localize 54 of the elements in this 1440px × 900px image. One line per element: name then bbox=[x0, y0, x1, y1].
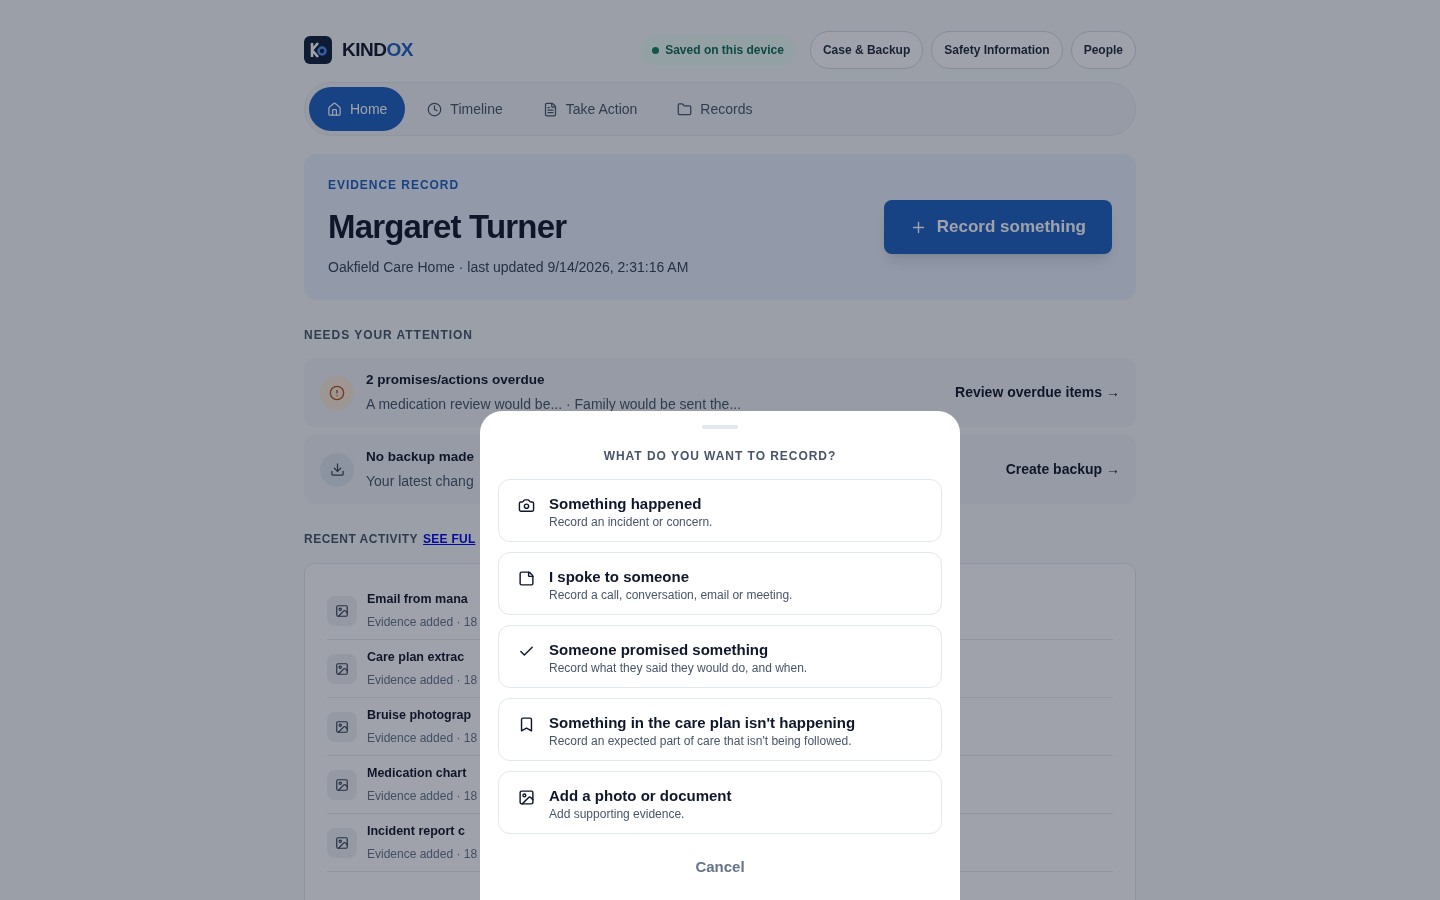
image-icon bbox=[327, 653, 357, 684]
nav-tab[interactable]: Records bbox=[659, 87, 771, 131]
activity-meta: Evidence added · 18 bbox=[367, 787, 478, 805]
attention-title: 2 promises/actions overdue bbox=[366, 370, 545, 389]
see-full-link[interactable]: SEE FUL bbox=[423, 530, 476, 548]
eyebrow-label: EVIDENCE RECORD bbox=[328, 176, 461, 194]
cancel-button[interactable]: Cancel bbox=[695, 856, 745, 879]
activity-title: Bruise photograp bbox=[367, 707, 473, 725]
header-link-button[interactable]: Case & Backup bbox=[809, 31, 924, 69]
section-heading: NEEDS YOUR ATTENTION bbox=[304, 327, 474, 344]
image-icon bbox=[327, 711, 357, 742]
logo-icon bbox=[304, 36, 332, 64]
activity-title: Medication chart bbox=[367, 765, 468, 783]
activity-meta: Evidence added · 18 bbox=[367, 671, 478, 689]
attention-action-link[interactable]: Review overdue items → bbox=[955, 382, 1120, 403]
activity-meta: Evidence added · 18 bbox=[367, 845, 478, 863]
header-link-button[interactable]: People bbox=[1070, 31, 1136, 69]
image-icon bbox=[517, 789, 535, 806]
nav-tab[interactable]: Home bbox=[309, 87, 406, 131]
document-icon bbox=[542, 101, 558, 117]
record-option[interactable]: Something happened Record an incident or concern. bbox=[498, 479, 942, 542]
record-option[interactable]: Someone promised something Record what they said they would do, and when. bbox=[498, 625, 942, 688]
image-icon bbox=[327, 769, 357, 800]
attention-detail: A medication review would be... · Family would be sent the... bbox=[366, 395, 743, 415]
record-something-button[interactable]: Record something bbox=[883, 200, 1112, 254]
person-name: Margaret Turner bbox=[328, 206, 568, 247]
section-heading: RECENT ACTIVITY bbox=[304, 531, 419, 548]
camera-icon bbox=[517, 497, 535, 514]
nav-tab[interactable]: Take Action bbox=[524, 87, 656, 131]
image-icon bbox=[327, 827, 357, 858]
attention-action-link[interactable]: Create backup → bbox=[1005, 459, 1120, 480]
record-option[interactable]: I spoke to someone Record a call, conversation, email or meeting. bbox=[498, 552, 942, 615]
record-option[interactable]: Something in the care plan isn't happening Record an expected part of care that isn't being followed. bbox=[498, 698, 942, 761]
image-icon bbox=[327, 595, 357, 626]
download-icon bbox=[320, 452, 354, 487]
note-icon bbox=[517, 570, 535, 587]
nav-tab[interactable]: Timeline bbox=[409, 87, 521, 131]
record-subtitle: Oakfield Care Home · last updated 9/14/2026, 2:31:16 AM bbox=[328, 258, 689, 278]
attention-title: No backup made bbox=[366, 447, 475, 466]
activity-title: Incident report c bbox=[367, 823, 466, 841]
warning-icon bbox=[320, 375, 354, 410]
home-icon bbox=[327, 101, 342, 117]
activity-title: Email from mana bbox=[367, 591, 469, 609]
activity-title: Care plan extrac bbox=[367, 649, 466, 667]
brand-name: KINDOX bbox=[342, 37, 414, 62]
folder-icon bbox=[677, 101, 693, 117]
record-option[interactable]: Add a photo or document Add supporting evidence. bbox=[498, 771, 942, 834]
sheet-heading: WHAT DO YOU WANT TO RECORD? bbox=[603, 448, 837, 465]
status-text: Saved on this device bbox=[665, 42, 784, 59]
clock-icon bbox=[427, 101, 443, 117]
attention-detail: Your latest chang bbox=[366, 472, 475, 492]
header-link-button[interactable]: Safety Information bbox=[931, 31, 1063, 69]
activity-meta: Evidence added · 18 bbox=[367, 729, 478, 747]
activity-meta: Evidence added · 18 bbox=[367, 613, 478, 631]
